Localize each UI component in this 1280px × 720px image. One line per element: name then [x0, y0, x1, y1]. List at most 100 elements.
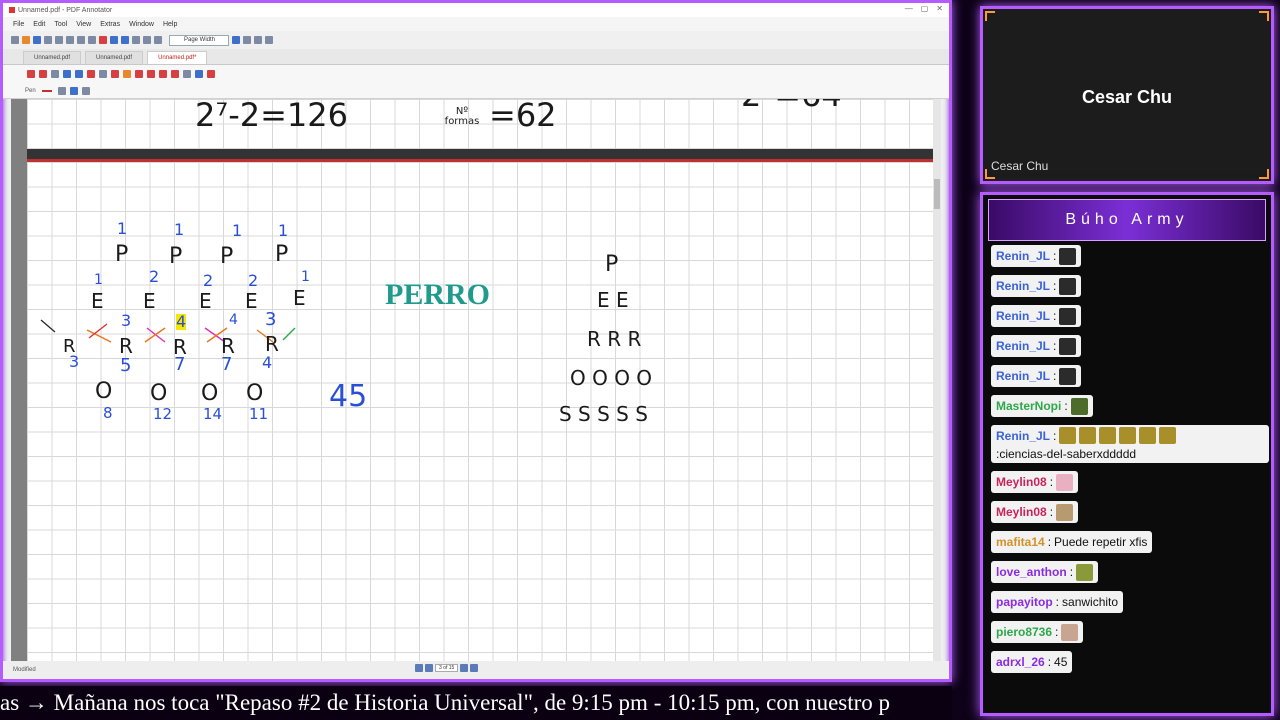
redo-icon[interactable]	[121, 36, 129, 44]
o-bottom-count: 11	[249, 405, 269, 423]
select-tool-icon[interactable]	[27, 70, 35, 78]
chat-username[interactable]: love_anthon	[996, 565, 1067, 579]
chat-message: Renin_JL:	[991, 275, 1269, 305]
fit-page-icon[interactable]	[243, 36, 251, 44]
menu-extras[interactable]: Extras	[100, 21, 120, 28]
line-icon[interactable]	[135, 70, 143, 78]
letter-e: E	[91, 289, 104, 313]
emote-icon	[1079, 427, 1097, 444]
chat-username[interactable]: Renin_JL	[996, 429, 1050, 443]
last-page-icon[interactable]	[470, 664, 479, 672]
eraser-icon[interactable]	[183, 70, 191, 78]
total-value: 45	[329, 379, 368, 414]
zoom-select[interactable]: Page Width	[169, 34, 229, 46]
menu-window[interactable]: Window	[129, 21, 154, 28]
text-select-icon[interactable]	[39, 70, 47, 78]
print-icon[interactable]	[44, 36, 52, 44]
menu-view[interactable]: View	[76, 21, 91, 28]
chat-separator: :	[1069, 565, 1074, 579]
chat-text: 45	[1054, 655, 1068, 669]
menu-file[interactable]: File	[13, 21, 24, 28]
equation-forms-value: =62	[489, 99, 557, 134]
page-indicator[interactable]: 3 of 15	[435, 664, 459, 672]
chat-username[interactable]: Renin_JL	[996, 309, 1050, 323]
chat-username[interactable]: adrxl_26	[996, 655, 1045, 669]
link-icon[interactable]	[195, 70, 203, 78]
menu-edit[interactable]: Edit	[33, 21, 45, 28]
cut-icon[interactable]	[66, 36, 74, 44]
pen-settings-bar: Pen	[3, 83, 949, 99]
tab-document-1[interactable]: Unnamed.pdf	[23, 51, 82, 64]
new-icon[interactable]	[11, 36, 19, 44]
chat-username[interactable]: mafita14	[996, 535, 1045, 549]
right-tree-row-s: S S S S S	[559, 402, 648, 426]
snapshot-icon[interactable]	[51, 70, 59, 78]
chat-title: Búho Army	[988, 199, 1266, 241]
emote-icon	[1061, 623, 1079, 641]
chat-username[interactable]: Renin_JL	[996, 249, 1050, 263]
chat-username[interactable]: Renin_JL	[996, 279, 1050, 293]
delete-icon[interactable]	[99, 36, 107, 44]
right-tree-row-r: R R R	[587, 327, 642, 351]
zoom-in-icon[interactable]	[232, 36, 240, 44]
vertical-scrollbar[interactable]	[933, 99, 941, 661]
chat-username[interactable]: papayitop	[996, 595, 1053, 609]
pen-tool-icon[interactable]	[75, 70, 83, 78]
email-icon[interactable]	[55, 36, 63, 44]
chat-username[interactable]: Renin_JL	[996, 369, 1050, 383]
emote-icon	[1159, 427, 1177, 444]
undo-icon[interactable]	[110, 36, 118, 44]
tab-document-3[interactable]: Unnamed.pdf*	[147, 51, 208, 64]
fit-width-icon[interactable]	[254, 36, 262, 44]
chat-username[interactable]: MasterNopi	[996, 399, 1061, 413]
favorite-icon[interactable]	[207, 70, 215, 78]
minimize-button[interactable]: —	[905, 4, 913, 13]
pen-style-icon[interactable]	[69, 86, 78, 95]
zoom-tool-icon[interactable]	[63, 70, 71, 78]
document-view[interactable]: 2⁷-2=126 Nº formas =62 2⁶=64 1 1 1 1 P P…	[11, 99, 941, 661]
chat-username[interactable]: Meylin08	[996, 475, 1047, 489]
status-bar: Modified 3 of 15	[3, 661, 949, 679]
e-count: 2	[149, 267, 160, 286]
text-size-icon[interactable]	[81, 86, 90, 95]
emote-icon	[1076, 563, 1094, 581]
copy-icon[interactable]	[77, 36, 85, 44]
scroll-thumb[interactable]	[934, 179, 940, 209]
menu-help[interactable]: Help	[163, 21, 177, 28]
stream-scene: Unnamed.pdf - PDF Annotator — ▢ ✕ File E…	[0, 0, 1280, 720]
hand-icon[interactable]	[154, 36, 162, 44]
next-page-icon[interactable]	[460, 664, 469, 672]
first-page-icon[interactable]	[415, 664, 423, 672]
maximize-button[interactable]: ▢	[921, 4, 929, 13]
highlighter-icon[interactable]	[87, 70, 95, 78]
right-tree-row-e: E E	[597, 288, 629, 312]
text-tool-icon[interactable]	[99, 70, 107, 78]
ellipse-icon[interactable]	[171, 70, 179, 78]
pen-color-icon[interactable]	[41, 89, 52, 92]
fullscreen-icon[interactable]	[265, 36, 273, 44]
chat-separator: :	[1049, 475, 1054, 489]
chat-separator: :	[1053, 279, 1057, 293]
chat-username[interactable]: Meylin08	[996, 505, 1047, 519]
find-icon[interactable]	[132, 36, 140, 44]
open-icon[interactable]	[22, 36, 30, 44]
shapes-icon[interactable]	[123, 70, 131, 78]
save-icon[interactable]	[33, 36, 41, 44]
pen-width-icon[interactable]	[57, 86, 66, 95]
paste-icon[interactable]	[88, 36, 96, 44]
frame-corner	[1259, 11, 1269, 21]
chat-username[interactable]: Renin_JL	[996, 339, 1050, 353]
prev-page-icon[interactable]	[425, 664, 433, 672]
letter-r: R	[119, 334, 133, 358]
close-button[interactable]: ✕	[936, 4, 943, 13]
rectangle-icon[interactable]	[159, 70, 167, 78]
menu-tool[interactable]: Tool	[54, 21, 67, 28]
tab-document-2[interactable]: Unnamed.pdf	[85, 51, 144, 64]
chat-username[interactable]: piero8736	[996, 625, 1052, 639]
emote-icon	[1059, 337, 1077, 355]
arrow-icon[interactable]	[147, 70, 155, 78]
letter-e: E	[293, 286, 306, 310]
window-title: Unnamed.pdf - PDF Annotator	[18, 6, 113, 14]
page-icon[interactable]	[143, 36, 151, 44]
stamp-icon[interactable]	[111, 70, 119, 78]
